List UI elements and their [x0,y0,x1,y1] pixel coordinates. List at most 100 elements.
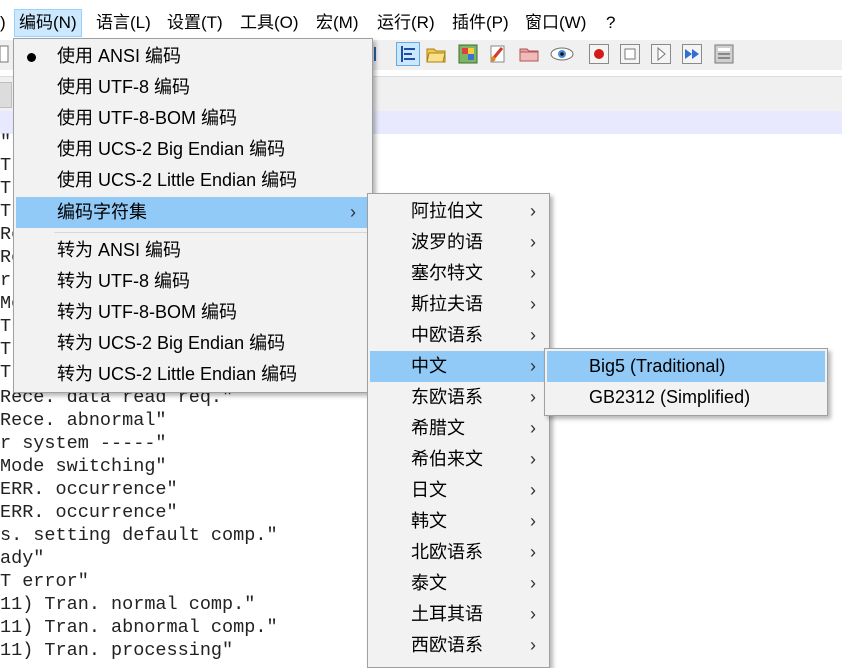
menu-item-label: GB2312 (Simplified) [589,387,751,407]
menu-run[interactable]: 运行(R) [377,10,435,36]
menu-item-convert-ucs2-le[interactable]: 转为 UCS-2 Little Endian 编码 [16,359,370,390]
menu-item-label: 中文 [411,356,447,376]
code-line: r [0,270,12,291]
stop-icon[interactable] [620,44,640,64]
menu-item-label: 东欧语系 [411,387,483,407]
charset-item-baltic[interactable]: 波罗的语 › [370,227,547,258]
menu-item-label: 韩文 [411,511,447,531]
charset-item-cyrillic[interactable]: 斯拉夫语 › [370,289,547,320]
menu-settings[interactable]: 设置(T) [167,10,223,36]
menu-prev-fragment[interactable]: ) [0,10,6,36]
code-line: 11) Tran. abnormal comp." [0,617,278,638]
charset-item-korean[interactable]: 韩文 › [370,506,547,537]
menu-item-label: 中欧语系 [411,325,483,345]
charset-item-celtic[interactable]: 塞尔特文 › [370,258,547,289]
code-line: ERR. occurrence" [0,502,178,523]
charset-item-chinese[interactable]: 中文 › [370,351,547,382]
menu-item-label: 希腊文 [411,418,465,438]
menu-item-label: 阿拉伯文 [411,201,483,221]
chinese-item-big5[interactable]: Big5 (Traditional) [547,351,825,382]
chinese-submenu: Big5 (Traditional) GB2312 (Simplified) [544,348,828,416]
paint-icon[interactable] [488,44,508,64]
code-line: ady" [0,548,45,569]
code-line: r system -----" [0,433,167,454]
menu-item-label: 转为 ANSI 编码 [57,240,182,260]
menu-bar: ) 编码(N) 语言(L) 设置(T) 工具(O) 宏(M) 运行(R) 插件(… [0,0,842,40]
menu-help[interactable]: ? [606,10,615,36]
menu-item-label: 泰文 [411,573,447,593]
encoding-menu: 使用 ANSI 编码 使用 UTF-8 编码 使用 UTF-8-BOM 编码 使… [13,38,373,393]
play-multiple-icon[interactable] [682,44,702,64]
code-line: Mode switching" [0,456,167,477]
charset-item-north-european[interactable]: 北欧语系 › [370,537,547,568]
menu-item-use-ansi[interactable]: 使用 ANSI 编码 [16,41,370,72]
menu-item-label: 转为 UCS-2 Big Endian 编码 [57,333,286,353]
menu-item-label: 塞尔特文 [411,263,483,283]
chevron-right-icon: › [530,635,536,655]
code-line: 11) Tran. normal comp." [0,594,256,615]
menu-item-use-utf8-bom[interactable]: 使用 UTF-8-BOM 编码 [16,103,370,134]
menu-item-label: 使用 UCS-2 Big Endian 编码 [57,139,286,159]
menu-item-label: 转为 UTF-8 编码 [57,271,190,291]
chevron-right-icon: › [530,449,536,469]
checked-bullet-icon [27,53,36,62]
menu-item-label: 西欧语系 [411,635,483,655]
menu-item-use-ucs2-be[interactable]: 使用 UCS-2 Big Endian 编码 [16,134,370,165]
menu-item-label: 土耳其语 [411,604,483,624]
charset-item-central-european[interactable]: 中欧语系 › [370,320,547,351]
charset-item-japanese[interactable]: 日文 › [370,475,547,506]
tab-file[interactable] [0,82,12,108]
menu-item-label: 北欧语系 [411,542,483,562]
menu-item-convert-ucs2-be[interactable]: 转为 UCS-2 Big Endian 编码 [16,328,370,359]
menu-item-label: 波罗的语 [411,232,483,252]
menu-encoding[interactable]: 编码(N) [14,9,82,37]
chevron-right-icon: › [530,542,536,562]
color-icon[interactable] [458,44,478,64]
menu-item-label: 使用 UCS-2 Little Endian 编码 [57,170,298,190]
record-icon[interactable] [589,44,609,64]
folder-open-icon[interactable] [426,44,446,64]
chevron-right-icon: › [530,263,536,283]
menu-item-convert-utf8-bom[interactable]: 转为 UTF-8-BOM 编码 [16,297,370,328]
chevron-right-icon: › [350,202,356,222]
charset-item-western-european[interactable]: 西欧语系 › [370,630,547,661]
menu-item-charset[interactable]: 编码字符集 › [16,197,370,228]
menu-item-label: 转为 UCS-2 Little Endian 编码 [57,364,298,384]
chevron-right-icon: › [530,232,536,252]
save-macro-icon[interactable] [713,44,737,64]
play-icon[interactable] [651,44,671,64]
menu-language[interactable]: 语言(L) [96,10,151,36]
menu-item-convert-utf8[interactable]: 转为 UTF-8 编码 [16,266,370,297]
menu-tools[interactable]: 工具(O) [240,10,299,36]
chevron-right-icon: › [530,480,536,500]
menu-macro[interactable]: 宏(M) [316,10,358,36]
folder-icon[interactable] [519,44,539,64]
menu-plugins[interactable]: 插件(P) [452,10,509,36]
charset-item-turkish[interactable]: 土耳其语 › [370,599,547,630]
code-line: 11) Tran. processing" [0,640,234,661]
indent-guide-icon[interactable] [396,42,420,66]
charset-item-greek[interactable]: 希腊文 › [370,413,547,444]
charset-item-eastern-european[interactable]: 东欧语系 › [370,382,547,413]
chevron-right-icon: › [530,418,536,438]
menu-item-convert-ansi[interactable]: 转为 ANSI 编码 [16,235,370,266]
menu-item-label: 日文 [411,480,447,500]
menu-item-label: 希伯来文 [411,449,483,469]
chevron-right-icon: › [530,294,536,314]
menu-window[interactable]: 窗口(W) [525,10,586,36]
menu-item-use-ucs2-le[interactable]: 使用 UCS-2 Little Endian 编码 [16,165,370,196]
charset-item-hebrew[interactable]: 希伯来文 › [370,444,547,475]
menu-item-label: 使用 UTF-8 编码 [57,77,190,97]
menu-separator [54,232,370,233]
chevron-right-icon: › [530,325,536,345]
code-line: ERR. occurrence" [0,479,178,500]
eye-icon[interactable] [550,44,574,64]
chevron-right-icon: › [530,387,536,407]
menu-item-use-utf8[interactable]: 使用 UTF-8 编码 [16,72,370,103]
charset-item-arabic[interactable]: 阿拉伯文 › [370,196,547,227]
code-line: s. setting default comp." [0,525,278,546]
charset-item-thai[interactable]: 泰文 › [370,568,547,599]
chinese-item-gb2312[interactable]: GB2312 (Simplified) [547,382,825,413]
chevron-right-icon: › [530,604,536,624]
menu-item-label: Big5 (Traditional) [589,356,726,376]
